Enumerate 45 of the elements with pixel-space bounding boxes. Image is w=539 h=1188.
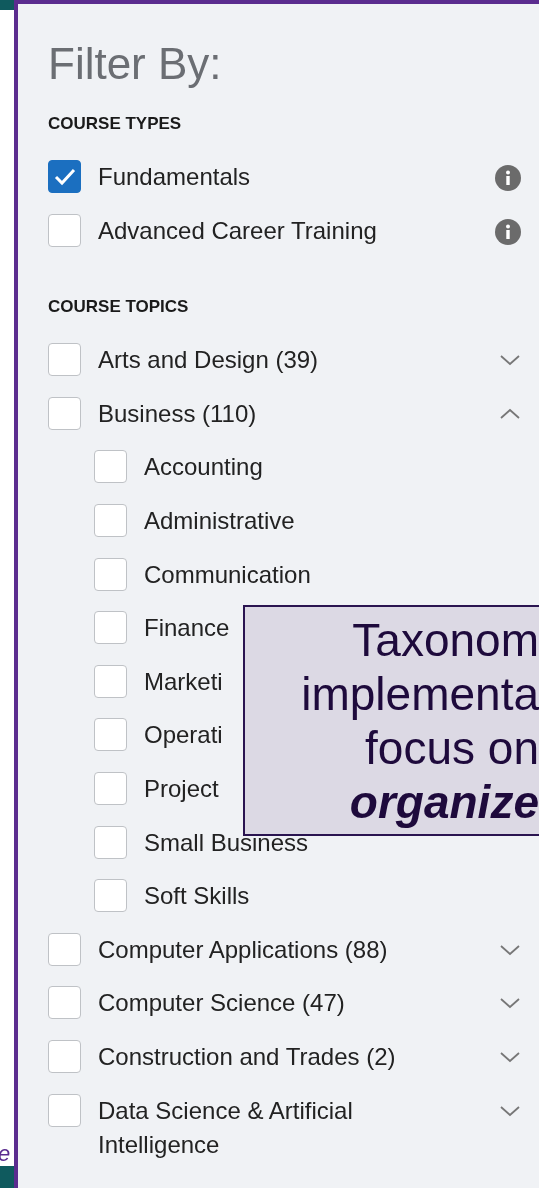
section-heading: COURSE TYPES — [48, 114, 183, 134]
filter-option[interactable]: Computer Applications (88) — [98, 932, 388, 967]
checkbox[interactable] — [48, 213, 81, 247]
filter-option[interactable]: Fundamentals — [98, 160, 251, 194]
checkbox[interactable] — [94, 825, 127, 859]
filter-option[interactable]: Arts and Design (39) — [98, 343, 319, 378]
section-heading: COURSE TOPICS — [48, 297, 190, 318]
slide-background — [0, 0, 14, 10]
filter-option[interactable]: Business (110) — [98, 396, 257, 431]
filter-option[interactable]: Construction and Trades (2) — [98, 1039, 396, 1074]
filter-option[interactable]: Computer Science (47) — [98, 986, 345, 1021]
checkbox[interactable] — [48, 1093, 81, 1127]
checkbox[interactable] — [94, 664, 127, 698]
info-icon[interactable] — [495, 218, 521, 245]
checkbox[interactable] — [48, 343, 81, 377]
filter-option[interactable]: Communication — [144, 557, 311, 592]
checkbox[interactable] — [48, 396, 81, 430]
filter-option[interactable]: Marketi — [144, 664, 223, 699]
checkbox[interactable] — [48, 986, 81, 1020]
callout-text: Taxonom — [351, 612, 539, 667]
filter-option[interactable]: Finance — [144, 611, 230, 646]
checkbox[interactable] — [94, 771, 127, 805]
checkbox[interactable] — [94, 718, 127, 752]
filter-option[interactable]: Accounting — [144, 450, 263, 485]
checkmark-icon — [53, 167, 76, 186]
checkbox[interactable] — [94, 611, 127, 645]
info-icon[interactable] — [495, 165, 521, 191]
callout-text: focus on — [364, 720, 539, 775]
filter-option[interactable]: Administrative — [144, 503, 295, 538]
filter-option[interactable]: Data Science & Artificial Intelligence — [98, 1093, 438, 1162]
checkbox[interactable] — [94, 503, 127, 537]
panel-title: Filter By: — [48, 38, 223, 90]
filter-option[interactable]: Soft Skills — [144, 879, 250, 914]
checkbox[interactable] — [94, 450, 127, 484]
filter-option[interactable]: Small Business — [144, 825, 309, 860]
filter-option[interactable]: Project — [144, 771, 219, 806]
checkbox[interactable] — [48, 1039, 81, 1073]
checkbox[interactable] — [94, 879, 127, 913]
checkbox[interactable] — [94, 557, 127, 591]
filter-option[interactable]: Operati — [144, 718, 223, 753]
checkbox[interactable] — [48, 160, 81, 193]
callout-text: organize — [348, 774, 539, 829]
checkbox[interactable] — [48, 932, 81, 966]
callout-text: implementa — [300, 666, 539, 721]
filter-option[interactable]: Advanced Career Training — [98, 213, 377, 248]
